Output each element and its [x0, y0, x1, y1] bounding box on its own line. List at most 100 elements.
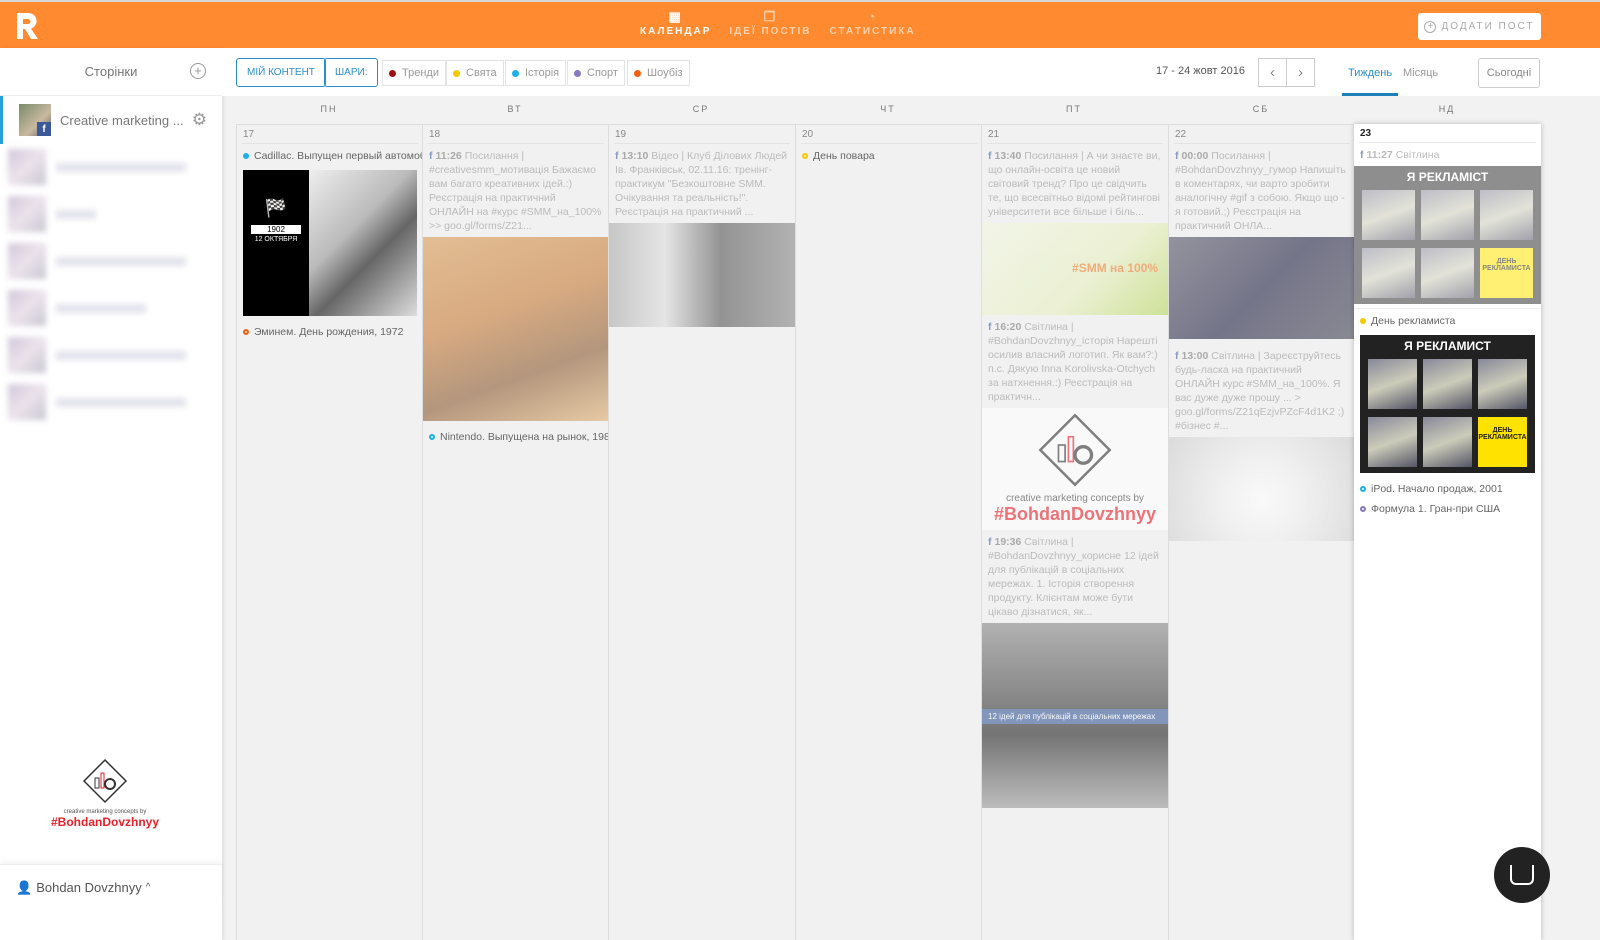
date-range: 17 - 24 жовт 2016: [1156, 65, 1245, 77]
event-image[interactable]: Я РЕКЛАМИСТ ДЕНЬ РЕКЛАМИСТА: [1360, 335, 1535, 473]
day-header: СБ: [1252, 104, 1270, 114]
post-image[interactable]: creative marketing concepts by #BohdanDo…: [982, 408, 1168, 530]
facebook-icon: f: [988, 150, 992, 162]
layer-holidays[interactable]: Свята: [446, 60, 504, 86]
logo-diamond-icon: [1038, 413, 1112, 487]
add-page-icon[interactable]: +: [190, 63, 206, 79]
day-column-thu: 20 День повара: [795, 124, 982, 940]
sidebar-page[interactable]: [8, 238, 222, 284]
chat-button[interactable]: [1494, 847, 1550, 903]
facebook-icon: f: [988, 536, 992, 548]
event-item[interactable]: Формула 1. Гран-при США: [1354, 495, 1541, 515]
gear-icon[interactable]: ⚙: [192, 110, 207, 130]
sidebar: Сторінки + f Creative marketing ... ⚙ cre…: [0, 48, 222, 940]
day-column-sun: 23 f 11:27 Світлина Я РЕКЛАМІСТ ДЕНЬ РЕКЛА…: [1354, 124, 1541, 940]
dot-icon: [634, 69, 641, 77]
event-item[interactable]: iPod. Начало продаж, 2001: [1354, 473, 1541, 495]
event-item[interactable]: День рекламиста: [1354, 308, 1541, 327]
post-image[interactable]: [609, 223, 795, 327]
nav-calendar[interactable]: ▦ КАЛЕНДАР: [640, 9, 711, 38]
day-column-sat: 22 f 00:00 Посилання | #BohdanDovzhnyy_гу…: [1168, 124, 1355, 940]
facebook-icon: f: [1360, 149, 1364, 161]
nav-post-ideas[interactable]: ❐ ІДЕЇ ПОСТІВ: [729, 10, 811, 38]
scheduled-post[interactable]: f 13:00 Світлина | Зареєструйтесь будь-ла…: [1169, 339, 1355, 437]
dot-icon: [512, 69, 519, 77]
top-bar: ▦ КАЛЕНДАР ❐ ІДЕЇ ПОСТІВ ◔ СТАТИСТИКА + ДОДА…: [0, 0, 1600, 48]
calendar-toolbar: МІЙ КОНТЕНТ ШАРИ: Тренди Свята Історія С…: [222, 48, 1600, 96]
event-image[interactable]: 🏁 1902 12 ОКТЯБРЯ: [243, 170, 417, 316]
layers-button[interactable]: ШАРИ:: [324, 58, 379, 87]
day-column-wed: 19 f 13:10 Відео | Клуб Ділових Людей Ів.…: [608, 124, 795, 940]
day-header: СР: [692, 104, 710, 114]
day-header: НД: [1438, 104, 1456, 114]
post-image[interactable]: 12 ідей для публікацій в соціальних мере…: [982, 623, 1168, 808]
plus-icon: +: [1424, 20, 1437, 33]
pie-chart-icon: ◔: [867, 9, 878, 24]
post-image[interactable]: Я РЕКЛАМІСТ ДЕНЬ РЕКЛАМИСТА: [1354, 166, 1541, 304]
chat-icon: [1510, 865, 1534, 885]
scheduled-post[interactable]: f 00:00 Посилання | #BohdanDovzhnyy_гумор…: [1169, 144, 1355, 237]
event-item[interactable]: Cadillac. Выпущен первый автомобиль: [237, 144, 423, 162]
post-image[interactable]: [1169, 237, 1355, 339]
scheduled-post[interactable]: f 13:40 Посилання | А чи знаєте ви, що он…: [982, 144, 1168, 223]
dot-icon: [574, 69, 581, 77]
event-item[interactable]: День повара: [796, 144, 982, 162]
brand-logo: creative marketing concepts by #BohdanDo…: [50, 758, 160, 829]
dot-icon: [1360, 318, 1366, 324]
nav-statistics[interactable]: ◔ СТАТИСТИКА: [830, 9, 916, 38]
my-content-button[interactable]: МІЙ КОНТЕНТ: [236, 58, 326, 87]
sidebar-page[interactable]: [8, 332, 222, 378]
ring-icon: [243, 329, 249, 335]
ring-icon: [1360, 506, 1366, 512]
layer-showbiz[interactable]: Шоубіз: [627, 60, 690, 86]
today-button[interactable]: Сьогодні: [1478, 58, 1540, 88]
facebook-icon: f: [988, 321, 992, 333]
event-item[interactable]: Nintendo. Выпущена на рынок, 1985: [423, 421, 609, 443]
post-image[interactable]: #SMM на 100%: [982, 223, 1168, 315]
user-icon: 👤: [16, 879, 33, 895]
avatar: f: [19, 104, 51, 136]
day-header: ПН: [320, 104, 338, 114]
facebook-icon: f: [37, 122, 51, 136]
sidebar-page[interactable]: [8, 191, 222, 237]
day-column-mon: 17 Cadillac. Выпущен первый автомобиль 🏁…: [236, 124, 423, 940]
ring-icon: [802, 153, 808, 159]
user-menu[interactable]: 👤 Bohdan Dovzhnyy ^: [0, 864, 222, 910]
dot-icon: [389, 69, 396, 77]
ring-icon: [1360, 486, 1366, 492]
main-nav: ▦ КАЛЕНДАР ❐ ІДЕЇ ПОСТІВ ◔ СТАТИСТИКА: [640, 9, 916, 38]
logo-diamond-icon: [82, 758, 128, 804]
prev-week-button[interactable]: ‹: [1258, 58, 1287, 87]
tab-month[interactable]: Місяць: [1403, 67, 1438, 79]
sidebar-page-active[interactable]: f Creative marketing ... ⚙: [0, 96, 222, 144]
post-image[interactable]: [1169, 437, 1355, 541]
scheduled-post[interactable]: f 13:10 Відео | Клуб Ділових Людей Ів. Фр…: [609, 144, 795, 223]
chevron-right-icon: ›: [1298, 64, 1303, 81]
facebook-icon: f: [615, 150, 619, 162]
scheduled-post[interactable]: f 11:27 Світлина: [1354, 143, 1541, 166]
next-week-button[interactable]: ›: [1286, 58, 1315, 87]
sidebar-page[interactable]: [8, 379, 222, 425]
scheduled-post[interactable]: f 11:26 Посилання | #creativesmm_мотиваці…: [423, 144, 609, 237]
post-image[interactable]: [423, 237, 609, 421]
sidebar-page[interactable]: [8, 144, 222, 190]
day-column-fri: 21 f 13:40 Посилання | А чи знаєте ви, що…: [981, 124, 1168, 940]
day-header: ПТ: [1066, 104, 1082, 114]
event-item[interactable]: Эминем. День рождения, 1972: [237, 316, 423, 338]
dot-icon: [453, 69, 460, 77]
sidebar-page[interactable]: [8, 285, 222, 331]
day-header: ЧТ: [880, 104, 896, 114]
scheduled-post[interactable]: f 19:36 Світлина | #BohdanDovzhnyy_корисн…: [982, 530, 1168, 623]
layer-sport[interactable]: Спорт: [567, 60, 625, 86]
day-header: ВТ: [507, 104, 523, 114]
app-logo[interactable]: [14, 11, 42, 41]
add-post-button[interactable]: + ДОДАТИ ПОСТ: [1418, 13, 1541, 40]
facebook-icon: f: [429, 150, 433, 162]
layer-history[interactable]: Історія: [505, 60, 567, 86]
tab-week[interactable]: Тиждень: [1341, 67, 1399, 96]
facebook-icon: f: [1175, 150, 1179, 162]
layer-trends[interactable]: Тренди: [382, 60, 446, 86]
calendar-icon: ▦: [668, 9, 683, 24]
scheduled-post[interactable]: f 16:20 Світлина | #BohdanDovzhnyy_історі…: [982, 315, 1168, 408]
chevron-up-icon: ^: [145, 882, 151, 893]
